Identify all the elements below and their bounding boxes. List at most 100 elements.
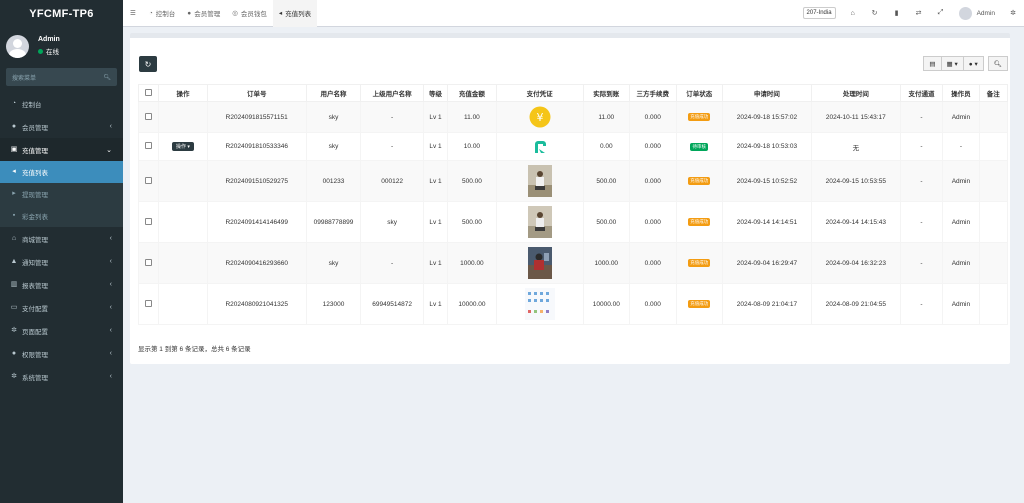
card-icon: ▭ [10, 303, 18, 311]
col-operator: 操作员 [942, 84, 980, 102]
caret-down-icon: ▾ [187, 143, 190, 150]
refresh-icon[interactable]: ↻ [864, 0, 886, 27]
col-level[interactable]: 等级 [422, 84, 449, 102]
list-icon: ◂ [278, 10, 283, 17]
sidebar-item-withdraw[interactable]: ▸ 提现管理 [0, 183, 123, 205]
col-status[interactable]: 订单状态 [675, 84, 723, 102]
sidebar-item-notify[interactable]: ▲ 通知管理 ‹ [0, 250, 123, 273]
row-checkbox[interactable] [145, 142, 153, 149]
search-button[interactable]: 🔍︎ [987, 56, 1008, 71]
user-icon: ● [11, 122, 17, 130]
export-button[interactable]: ● ▾ [963, 56, 984, 71]
table-row[interactable]: 操作 ▾ R2024091810533346 sky - Lv 1 10.00 … [137, 132, 1009, 161]
settings-icon[interactable]: ✲ [1002, 0, 1024, 27]
row-checkbox[interactable] [145, 176, 153, 184]
operation-dropdown-button[interactable]: 操作 ▾ [171, 142, 194, 151]
sidebar-item-permissions[interactable]: ● 权限管理 ‹ [0, 342, 123, 365]
home-icon[interactable]: ⌂ [842, 0, 864, 27]
sidebar-item-pages[interactable]: ✲ 页面配置 ‹ [0, 319, 123, 342]
bell-icon: ▲ [10, 257, 18, 265]
chevron-left-icon: ‹ [109, 235, 112, 242]
photo-thumbnail[interactable] [527, 247, 552, 279]
sidebar: YFCMF-TP6 Admin 在线 搜索菜单 🔍︎ ◔ 控制台 ● 会员管理 ‹ ▣… [0, 0, 123, 503]
columns-button[interactable]: ▦ ▾ [941, 56, 964, 71]
chevron-left-icon: ‹ [109, 304, 112, 311]
shop-icon: ⌂ [11, 234, 17, 242]
sidebar-item-system[interactable]: ✲ 系统管理 ‹ [0, 365, 123, 388]
user-name: Admin [38, 36, 60, 43]
col-process-time[interactable]: 处理时间 [810, 84, 901, 102]
col-fee[interactable]: 三方手续费 [629, 84, 677, 102]
search-icon[interactable]: 🔍︎ [103, 74, 111, 81]
sidebar-item-shop[interactable]: ⌂ 商城管理 ‹ [0, 227, 123, 250]
table-header: 操作 订单号 用户名称 上级用户名称 等级 充值金额 支付凭证 实际到账 三方手… [137, 84, 1009, 102]
col-voucher: 支付凭证 [495, 84, 584, 102]
fullscreen-icon[interactable]: ⤢ [930, 0, 952, 27]
col-actual[interactable]: 实际到账 [582, 84, 631, 102]
user-panel: Admin 在线 [0, 27, 123, 65]
chevron-left-icon: ‹ [109, 281, 112, 288]
online-dot-icon [38, 48, 43, 54]
yuan-coin-icon[interactable]: ¥ [529, 106, 551, 128]
sidebar-item-dashboard[interactable]: ◔ 控制台 [0, 92, 123, 115]
money-icon: ▣ [10, 145, 18, 153]
app-logo[interactable]: YFCMF-TP6 [0, 0, 123, 27]
photo-thumbnail[interactable] [527, 206, 552, 238]
top-user-menu[interactable]: Admin [952, 6, 1002, 20]
chevron-down-icon: ⌄ [106, 146, 112, 154]
col-channel: 支付通道 [899, 84, 944, 102]
chevron-left-icon: ‹ [109, 350, 112, 357]
screenshot-thumbnail[interactable] [524, 288, 555, 320]
select-all-checkbox[interactable] [145, 88, 153, 96]
user-status: 在线 [38, 46, 60, 56]
user-icon: ● [187, 9, 192, 17]
col-amount[interactable]: 充值金额 [447, 84, 497, 102]
users-icon: ● [11, 349, 17, 357]
recharge-table: 操作 订单号 用户名称 上级用户名称 等级 充值金额 支付凭证 实际到账 三方手… [137, 84, 1009, 325]
menu-search-input[interactable]: 搜索菜单 🔍︎ [6, 68, 117, 86]
translate-icon[interactable]: ⇄ [908, 0, 930, 27]
table-row[interactable]: R2024091510529275 001233 000122 Lv 1 500… [137, 160, 1009, 202]
sidebar-item-recharge[interactable]: ▣ 充值管理 ⌄ [0, 138, 123, 161]
tab-wallet[interactable]: ◎ 会员钱包 [226, 0, 273, 27]
table-row[interactable]: R2024091815571151 sky - Lv 1 11.00 ¥ 11.… [137, 101, 1009, 133]
tab-dashboard[interactable]: ◔ 控制台 [143, 0, 181, 27]
sidebar-item-reports[interactable]: ▥ 报表管理 ‹ [0, 273, 123, 296]
trash-icon[interactable]: ▮ [886, 0, 908, 27]
table-row[interactable]: R2024080921041325 123000 69949514872 Lv … [137, 283, 1009, 325]
recharge-list-panel: ↻ ▤ ▦ ▾ ● ▾ 🔍︎ 操作 订单号 用户名称 上级用户名称 等级 充值金… [130, 33, 1010, 364]
row-checkbox[interactable] [145, 112, 153, 120]
col-apply-time[interactable]: 申请时间 [721, 84, 812, 102]
tab-recharge-list[interactable]: ◂ 充值列表 [272, 0, 318, 27]
sidebar-item-bonus[interactable]: ▪ 彩金列表 [0, 205, 123, 227]
sidebar-item-recharge-list[interactable]: ◂ 充值列表 [0, 161, 123, 183]
avatar [958, 6, 972, 20]
row-checkbox[interactable] [145, 258, 153, 266]
main-content: ↻ ▤ ▦ ▾ ● ▾ 🔍︎ 操作 订单号 用户名称 上级用户名称 等级 充值金… [123, 27, 1024, 503]
table-row[interactable]: R2024090416293660 sky - Lv 1 1000.00 100… [137, 242, 1009, 284]
sidebar-item-payment[interactable]: ▭ 支付配置 ‹ [0, 296, 123, 319]
refresh-button[interactable]: ↻ [139, 56, 157, 72]
app-logo-voucher-icon[interactable] [530, 137, 550, 157]
tab-members[interactable]: ● 会员管理 [181, 0, 226, 27]
avatar [6, 34, 29, 58]
gift-icon: ▪ [12, 212, 16, 219]
col-order-no[interactable]: 订单号 [206, 84, 307, 102]
status-badge: 待审核 [690, 142, 708, 151]
menu-toggle-icon[interactable]: ☰ [123, 0, 143, 27]
cogs-icon: ✲ [11, 372, 17, 380]
row-checkbox[interactable] [145, 299, 153, 307]
row-checkbox[interactable] [145, 217, 153, 225]
col-user[interactable]: 用户名称 [305, 84, 362, 102]
photo-thumbnail[interactable] [527, 165, 552, 197]
col-remark: 备注 [978, 84, 1009, 102]
table-row[interactable]: R2024091414146499 09988778899 sky Lv 1 5… [137, 201, 1009, 243]
dashboard-icon: ◔ [11, 99, 17, 107]
status-badge: 充值成功 [688, 259, 711, 267]
language-select[interactable]: 207-India [802, 7, 836, 19]
col-operation: 操作 [158, 84, 208, 102]
status-badge: 充值成功 [688, 113, 711, 121]
sidebar-item-members[interactable]: ● 会员管理 ‹ [0, 115, 123, 138]
toggle-view-button[interactable]: ▤ [923, 56, 942, 71]
col-parent[interactable]: 上级用户名称 [360, 84, 424, 102]
